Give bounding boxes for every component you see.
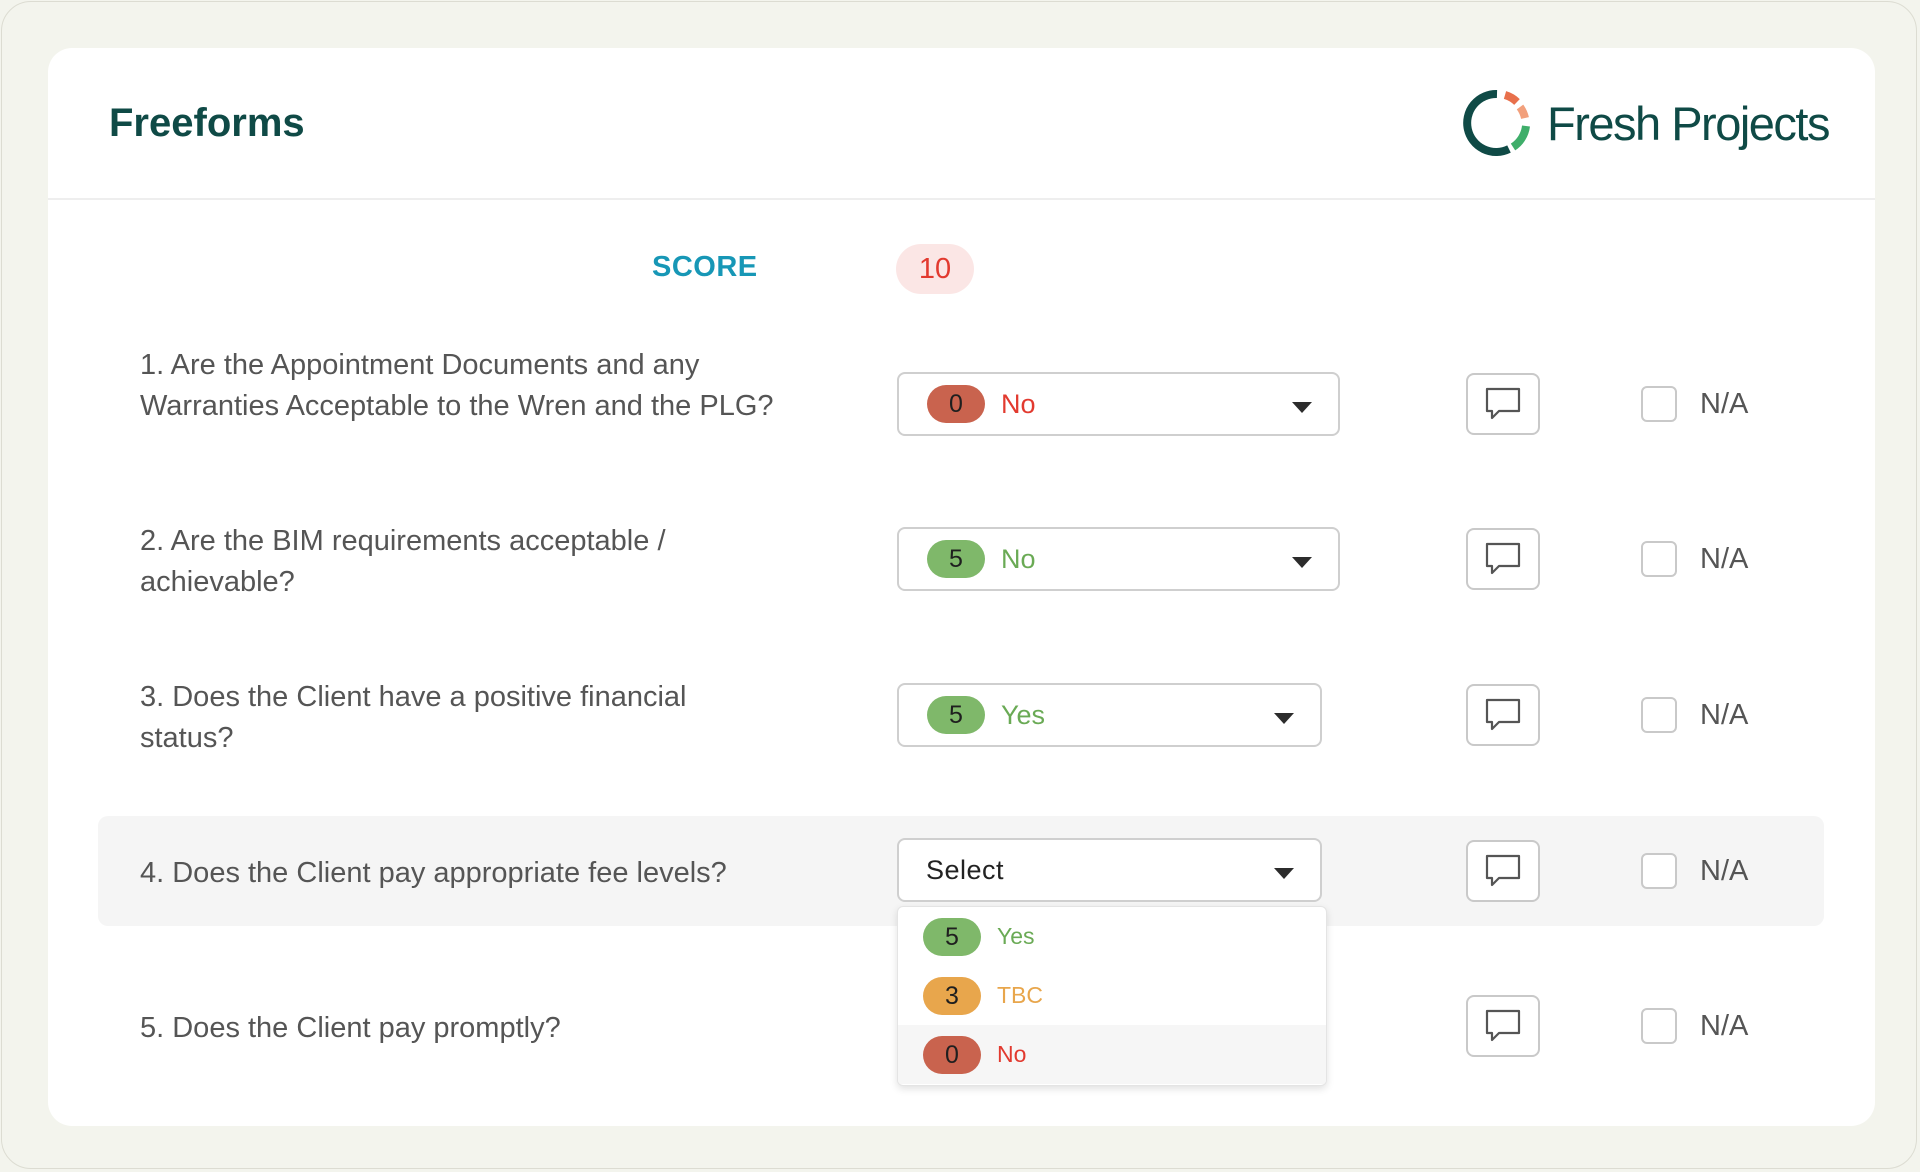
fresh-projects-logo-icon — [1463, 89, 1530, 156]
comment-icon — [1485, 854, 1521, 887]
question-1-text: 1. Are the Appointment Documents and any… — [140, 349, 774, 422]
question-2-select[interactable]: 5 No — [897, 527, 1340, 591]
score-badge: 5 — [927, 696, 985, 734]
question-4-na-checkbox[interactable] — [1641, 853, 1677, 889]
option-label: No — [997, 1041, 1027, 1067]
question-5-na-checkbox[interactable] — [1641, 1008, 1677, 1044]
score-badge: 3 — [923, 976, 981, 1015]
comment-icon — [1485, 698, 1521, 731]
question-5-comment-button[interactable] — [1466, 995, 1540, 1057]
na-label: N/A — [1700, 855, 1749, 887]
answer-label: Yes — [1001, 699, 1046, 730]
answer-dropdown-menu: 5 Yes 3 TBC 0 No — [897, 906, 1327, 1086]
answer-label: No — [1001, 388, 1036, 419]
dropdown-option-yes[interactable]: 5 Yes — [898, 907, 1326, 966]
question-3-comment-button[interactable] — [1466, 684, 1540, 746]
page-title: Freeforms — [109, 101, 305, 145]
question-1-select[interactable]: 0 No — [897, 372, 1340, 436]
dropdown-option-no[interactable]: 0 No — [898, 1025, 1326, 1084]
chevron-down-icon — [1274, 713, 1294, 724]
chevron-down-icon — [1292, 557, 1312, 568]
question-2-text: 2. Are the BIM requirements acceptable /… — [140, 525, 666, 598]
card-header: Freeforms Fresh Projects — [48, 48, 1875, 200]
question-5-text: 5. Does the Client pay promptly? — [140, 1012, 561, 1044]
chevron-down-icon — [1274, 868, 1294, 879]
na-label: N/A — [1700, 699, 1749, 731]
form-card: Freeforms Fresh Projects SCORE 10 1. Are… — [48, 48, 1875, 1126]
comment-icon — [1485, 1009, 1521, 1042]
logo: Fresh Projects — [1463, 86, 1830, 160]
comment-icon — [1485, 542, 1521, 575]
logo-text: Fresh Projects — [1547, 96, 1830, 150]
na-label: N/A — [1700, 388, 1749, 420]
dropdown-option-tbc[interactable]: 3 TBC — [898, 966, 1326, 1025]
question-3-na-checkbox[interactable] — [1641, 697, 1677, 733]
question-2-na-checkbox[interactable] — [1641, 541, 1677, 577]
question-4-text: 4. Does the Client pay appropriate fee l… — [140, 857, 727, 889]
na-label: N/A — [1700, 1010, 1749, 1042]
question-4-comment-button[interactable] — [1466, 840, 1540, 902]
chevron-down-icon — [1292, 402, 1312, 413]
score-badge: 5 — [923, 917, 981, 956]
question-4-select[interactable]: Select — [897, 838, 1322, 902]
question-1-comment-button[interactable] — [1466, 373, 1540, 435]
select-placeholder: Select — [926, 854, 1005, 885]
question-1-na-checkbox[interactable] — [1641, 386, 1677, 422]
question-3-text: 3. Does the Client have a positive finan… — [140, 681, 687, 754]
score-badge: 0 — [927, 385, 985, 423]
question-2-comment-button[interactable] — [1466, 528, 1540, 590]
option-label: TBC — [997, 982, 1043, 1008]
question-3-select[interactable]: 5 Yes — [897, 683, 1322, 747]
window-frame: Freeforms Fresh Projects SCORE 10 1. Are… — [1, 1, 1917, 1169]
answer-label: No — [1001, 543, 1036, 574]
score-badge: 0 — [923, 1035, 981, 1074]
score-badge: 5 — [927, 540, 985, 578]
option-label: Yes — [997, 923, 1035, 949]
na-label: N/A — [1700, 543, 1749, 575]
score-label: SCORE — [652, 251, 758, 283]
score-value: 10 — [896, 244, 974, 294]
comment-icon — [1485, 387, 1521, 420]
